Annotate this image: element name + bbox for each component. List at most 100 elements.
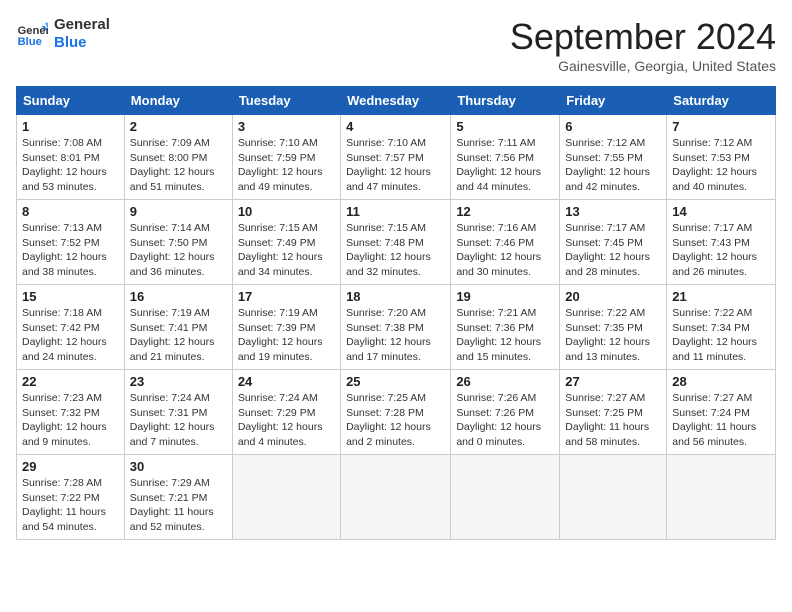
- day-number: 18: [346, 289, 445, 304]
- day-number: 14: [672, 204, 770, 219]
- calendar-cell: 26 Sunrise: 7:26 AMSunset: 7:26 PMDaylig…: [451, 370, 560, 455]
- calendar-cell: 28 Sunrise: 7:27 AMSunset: 7:24 PMDaylig…: [667, 370, 776, 455]
- day-number: 21: [672, 289, 770, 304]
- day-number: 7: [672, 119, 770, 134]
- day-detail: Sunrise: 7:14 AMSunset: 7:50 PMDaylight:…: [130, 222, 215, 278]
- calendar-cell: 21 Sunrise: 7:22 AMSunset: 7:34 PMDaylig…: [667, 285, 776, 370]
- day-number: 13: [565, 204, 661, 219]
- day-detail: Sunrise: 7:10 AMSunset: 7:57 PMDaylight:…: [346, 137, 431, 193]
- calendar-cell: 15 Sunrise: 7:18 AMSunset: 7:42 PMDaylig…: [17, 285, 125, 370]
- calendar-cell: 3 Sunrise: 7:10 AMSunset: 7:59 PMDayligh…: [232, 115, 340, 200]
- calendar-title: September 2024: [510, 16, 776, 58]
- day-detail: Sunrise: 7:17 AMSunset: 7:45 PMDaylight:…: [565, 222, 650, 278]
- calendar-week-4: 22 Sunrise: 7:23 AMSunset: 7:32 PMDaylig…: [17, 370, 776, 455]
- logo: General Blue General Blue: [16, 16, 110, 52]
- day-number: 30: [130, 459, 227, 474]
- weekday-header-saturday: Saturday: [667, 87, 776, 115]
- day-detail: Sunrise: 7:21 AMSunset: 7:36 PMDaylight:…: [456, 307, 541, 363]
- day-number: 28: [672, 374, 770, 389]
- weekday-header-wednesday: Wednesday: [341, 87, 451, 115]
- day-detail: Sunrise: 7:23 AMSunset: 7:32 PMDaylight:…: [22, 392, 107, 448]
- day-number: 27: [565, 374, 661, 389]
- logo-line2: Blue: [54, 34, 110, 52]
- day-number: 29: [22, 459, 119, 474]
- day-number: 12: [456, 204, 554, 219]
- calendar-subtitle: Gainesville, Georgia, United States: [510, 58, 776, 74]
- day-number: 17: [238, 289, 335, 304]
- svg-text:Blue: Blue: [18, 36, 42, 48]
- calendar-cell: 29 Sunrise: 7:28 AMSunset: 7:22 PMDaylig…: [17, 455, 125, 540]
- day-detail: Sunrise: 7:10 AMSunset: 7:59 PMDaylight:…: [238, 137, 323, 193]
- day-detail: Sunrise: 7:20 AMSunset: 7:38 PMDaylight:…: [346, 307, 431, 363]
- calendar-cell: 27 Sunrise: 7:27 AMSunset: 7:25 PMDaylig…: [560, 370, 667, 455]
- day-detail: Sunrise: 7:19 AMSunset: 7:41 PMDaylight:…: [130, 307, 215, 363]
- calendar-cell: 20 Sunrise: 7:22 AMSunset: 7:35 PMDaylig…: [560, 285, 667, 370]
- weekday-header-sunday: Sunday: [17, 87, 125, 115]
- weekday-header-thursday: Thursday: [451, 87, 560, 115]
- day-number: 22: [22, 374, 119, 389]
- calendar-header-row: SundayMondayTuesdayWednesdayThursdayFrid…: [17, 87, 776, 115]
- calendar-cell: 10 Sunrise: 7:15 AMSunset: 7:49 PMDaylig…: [232, 200, 340, 285]
- day-number: 8: [22, 204, 119, 219]
- day-number: 20: [565, 289, 661, 304]
- calendar-cell: [451, 455, 560, 540]
- calendar-cell: 24 Sunrise: 7:24 AMSunset: 7:29 PMDaylig…: [232, 370, 340, 455]
- calendar-cell: 12 Sunrise: 7:16 AMSunset: 7:46 PMDaylig…: [451, 200, 560, 285]
- weekday-header-monday: Monday: [124, 87, 232, 115]
- day-number: 6: [565, 119, 661, 134]
- day-detail: Sunrise: 7:27 AMSunset: 7:25 PMDaylight:…: [565, 392, 649, 448]
- day-detail: Sunrise: 7:08 AMSunset: 8:01 PMDaylight:…: [22, 137, 107, 193]
- day-number: 10: [238, 204, 335, 219]
- calendar-cell: 17 Sunrise: 7:19 AMSunset: 7:39 PMDaylig…: [232, 285, 340, 370]
- calendar-cell: 11 Sunrise: 7:15 AMSunset: 7:48 PMDaylig…: [341, 200, 451, 285]
- day-detail: Sunrise: 7:09 AMSunset: 8:00 PMDaylight:…: [130, 137, 215, 193]
- day-number: 5: [456, 119, 554, 134]
- calendar-cell: 22 Sunrise: 7:23 AMSunset: 7:32 PMDaylig…: [17, 370, 125, 455]
- calendar-cell: 30 Sunrise: 7:29 AMSunset: 7:21 PMDaylig…: [124, 455, 232, 540]
- day-detail: Sunrise: 7:22 AMSunset: 7:35 PMDaylight:…: [565, 307, 650, 363]
- day-detail: Sunrise: 7:15 AMSunset: 7:49 PMDaylight:…: [238, 222, 323, 278]
- day-detail: Sunrise: 7:26 AMSunset: 7:26 PMDaylight:…: [456, 392, 541, 448]
- calendar-week-3: 15 Sunrise: 7:18 AMSunset: 7:42 PMDaylig…: [17, 285, 776, 370]
- day-number: 11: [346, 204, 445, 219]
- calendar-cell: 25 Sunrise: 7:25 AMSunset: 7:28 PMDaylig…: [341, 370, 451, 455]
- calendar-cell: [560, 455, 667, 540]
- calendar-cell: 7 Sunrise: 7:12 AMSunset: 7:53 PMDayligh…: [667, 115, 776, 200]
- day-number: 2: [130, 119, 227, 134]
- calendar-cell: [667, 455, 776, 540]
- day-detail: Sunrise: 7:15 AMSunset: 7:48 PMDaylight:…: [346, 222, 431, 278]
- page-header: General Blue General Blue September 2024…: [16, 16, 776, 74]
- calendar-cell: 23 Sunrise: 7:24 AMSunset: 7:31 PMDaylig…: [124, 370, 232, 455]
- day-number: 15: [22, 289, 119, 304]
- day-detail: Sunrise: 7:19 AMSunset: 7:39 PMDaylight:…: [238, 307, 323, 363]
- day-detail: Sunrise: 7:24 AMSunset: 7:29 PMDaylight:…: [238, 392, 323, 448]
- calendar-cell: 14 Sunrise: 7:17 AMSunset: 7:43 PMDaylig…: [667, 200, 776, 285]
- calendar-cell: 13 Sunrise: 7:17 AMSunset: 7:45 PMDaylig…: [560, 200, 667, 285]
- calendar-cell: 1 Sunrise: 7:08 AMSunset: 8:01 PMDayligh…: [17, 115, 125, 200]
- day-number: 4: [346, 119, 445, 134]
- title-block: September 2024 Gainesville, Georgia, Uni…: [510, 16, 776, 74]
- weekday-header-friday: Friday: [560, 87, 667, 115]
- day-number: 16: [130, 289, 227, 304]
- calendar-cell: 18 Sunrise: 7:20 AMSunset: 7:38 PMDaylig…: [341, 285, 451, 370]
- logo-icon: General Blue: [16, 18, 48, 50]
- calendar-cell: 19 Sunrise: 7:21 AMSunset: 7:36 PMDaylig…: [451, 285, 560, 370]
- logo-line1: General: [54, 16, 110, 34]
- day-number: 1: [22, 119, 119, 134]
- day-number: 9: [130, 204, 227, 219]
- day-number: 25: [346, 374, 445, 389]
- day-detail: Sunrise: 7:24 AMSunset: 7:31 PMDaylight:…: [130, 392, 215, 448]
- calendar-cell: [232, 455, 340, 540]
- calendar-cell: [341, 455, 451, 540]
- day-number: 26: [456, 374, 554, 389]
- calendar-cell: 16 Sunrise: 7:19 AMSunset: 7:41 PMDaylig…: [124, 285, 232, 370]
- day-detail: Sunrise: 7:17 AMSunset: 7:43 PMDaylight:…: [672, 222, 757, 278]
- calendar-cell: 9 Sunrise: 7:14 AMSunset: 7:50 PMDayligh…: [124, 200, 232, 285]
- day-number: 19: [456, 289, 554, 304]
- calendar-body: 1 Sunrise: 7:08 AMSunset: 8:01 PMDayligh…: [17, 115, 776, 540]
- calendar-cell: 2 Sunrise: 7:09 AMSunset: 8:00 PMDayligh…: [124, 115, 232, 200]
- calendar-cell: 8 Sunrise: 7:13 AMSunset: 7:52 PMDayligh…: [17, 200, 125, 285]
- calendar-cell: 6 Sunrise: 7:12 AMSunset: 7:55 PMDayligh…: [560, 115, 667, 200]
- day-detail: Sunrise: 7:16 AMSunset: 7:46 PMDaylight:…: [456, 222, 541, 278]
- calendar-table: SundayMondayTuesdayWednesdayThursdayFrid…: [16, 86, 776, 540]
